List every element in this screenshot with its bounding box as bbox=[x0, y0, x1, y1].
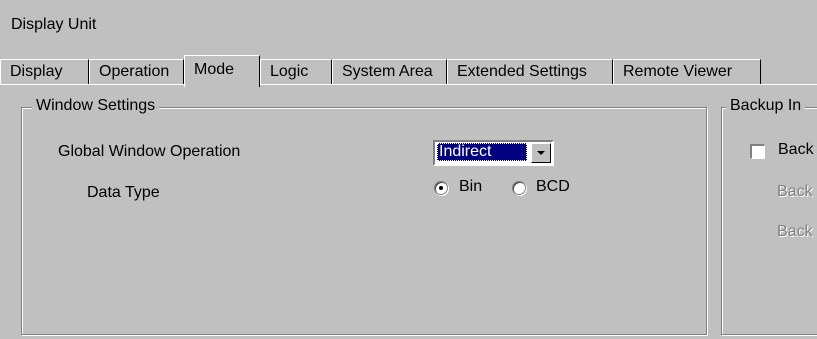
chevron-down-icon[interactable] bbox=[531, 143, 551, 163]
tab-extended-settings[interactable]: Extended Settings bbox=[447, 59, 613, 85]
tab-operation-label: Operation bbox=[99, 63, 170, 80]
tab-strip: Display Operation Mode Logic System Area… bbox=[0, 55, 817, 87]
data-type-label: Data Type bbox=[87, 184, 160, 201]
backup-checkbox[interactable] bbox=[750, 144, 765, 159]
backup-option-1: Back bbox=[777, 183, 813, 200]
tab-display[interactable]: Display bbox=[0, 59, 89, 85]
backup-title: Backup In bbox=[726, 97, 806, 115]
global-window-operation-value: Indirect bbox=[437, 143, 527, 161]
tab-logic[interactable]: Logic bbox=[260, 59, 332, 85]
tab-remote-viewer-label: Remote Viewer bbox=[623, 63, 733, 80]
tab-mode-label: Mode bbox=[194, 61, 235, 78]
window-settings-title: Window Settings bbox=[32, 97, 160, 115]
backup-checkbox-label: Back bbox=[778, 141, 814, 158]
global-window-operation-select[interactable]: Indirect bbox=[433, 140, 554, 166]
tab-extended-settings-label: Extended Settings bbox=[457, 63, 587, 80]
global-window-operation-label: Global Window Operation bbox=[58, 143, 241, 160]
backup-option-2: Back bbox=[777, 223, 813, 240]
tab-mode[interactable]: Mode bbox=[184, 55, 260, 87]
radio-bcd[interactable] bbox=[512, 181, 526, 195]
window-settings-group: Window Settings bbox=[21, 97, 707, 335]
radio-bin[interactable] bbox=[434, 181, 448, 195]
window-title: Display Unit bbox=[11, 16, 97, 33]
tab-logic-label: Logic bbox=[270, 63, 309, 80]
tab-baseline bbox=[0, 84, 817, 85]
tab-remote-viewer[interactable]: Remote Viewer bbox=[613, 59, 761, 85]
tab-system-area[interactable]: System Area bbox=[332, 59, 447, 85]
tab-display-label: Display bbox=[10, 63, 63, 80]
radio-bcd-label: BCD bbox=[536, 178, 570, 195]
tab-operation[interactable]: Operation bbox=[89, 59, 184, 85]
radio-bin-label: Bin bbox=[459, 178, 483, 195]
tab-system-area-label: System Area bbox=[342, 63, 433, 80]
